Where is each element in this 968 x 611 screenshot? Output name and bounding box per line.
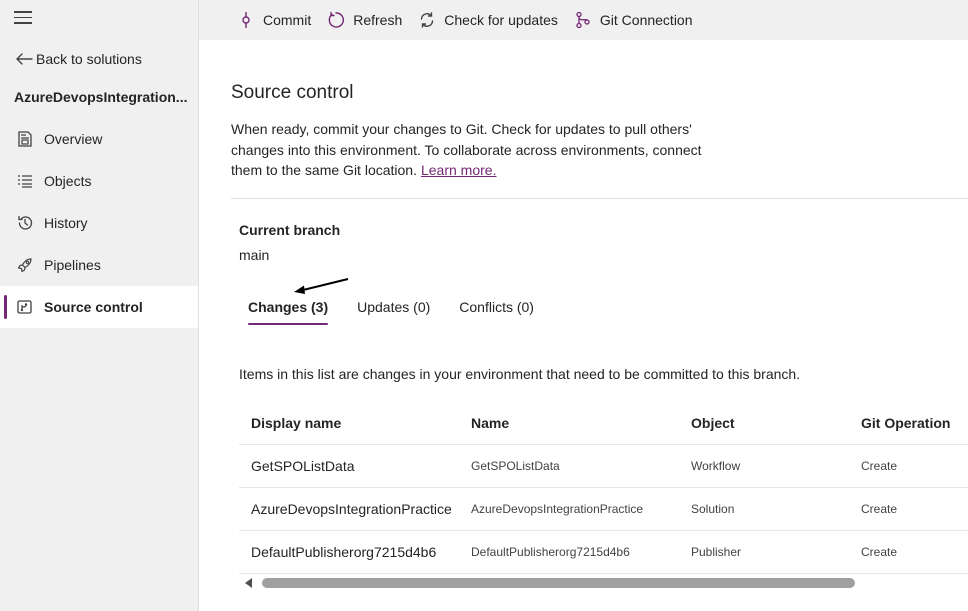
cell-git-operation: Create [861, 545, 898, 559]
sidebar-item-objects[interactable]: Objects [0, 160, 198, 202]
table-row[interactable]: AzureDevopsIntegrationPractice AzureDevo… [239, 488, 968, 531]
check-for-updates-button[interactable]: Check for updates [418, 5, 558, 35]
cell-name: GetSPOListData [471, 459, 560, 473]
table-header-row: Display name Name Object Git Operation [239, 402, 968, 445]
cell-git-operation: Create [861, 502, 898, 516]
cell-name: DefaultPublisherorg7215d4b6 [471, 545, 630, 559]
arrow-left-icon [16, 53, 33, 65]
cell-display-name: DefaultPublisherorg7215d4b6 [251, 544, 437, 560]
git-connection-label: Git Connection [599, 12, 693, 28]
commit-icon [237, 11, 255, 29]
cell-object: Workflow [691, 459, 741, 473]
cell-name: AzureDevopsIntegrationPractice [471, 502, 644, 516]
column-header-display-name[interactable]: Display name [239, 415, 459, 431]
current-branch-label: Current branch [239, 222, 341, 238]
overview-icon [16, 130, 34, 148]
tab-changes[interactable]: Changes (3) [239, 292, 337, 325]
cell-display-name: AzureDevopsIntegrationPractice [251, 501, 452, 517]
page-title: Source control [231, 82, 354, 103]
table-row[interactable]: GetSPOListData GetSPOListData Workflow C… [239, 445, 968, 488]
sidebar-item-pipelines[interactable]: Pipelines [0, 244, 198, 286]
back-to-solutions-link[interactable]: Back to solutions [14, 48, 142, 70]
refresh-label: Refresh [353, 12, 403, 28]
cell-git-operation: Create [861, 459, 898, 473]
command-bar: Commit Refresh Check for updates Git Con… [199, 0, 968, 40]
source-control-icon [16, 298, 34, 316]
sidebar: Back to solutions AzureDevopsIntegration… [0, 0, 199, 611]
cell-display-name: GetSPOListData [251, 458, 355, 474]
changes-table: Display name Name Object Git Operation G… [239, 402, 968, 574]
sidebar-item-label: Source control [44, 299, 143, 315]
description: When ready, commit your changes to Git. … [231, 119, 711, 181]
main-content: Source control When ready, commit your c… [199, 40, 968, 611]
solution-name: AzureDevopsIntegration... [14, 89, 188, 105]
refresh-icon [327, 11, 345, 29]
refresh-button[interactable]: Refresh [327, 5, 402, 35]
sidebar-item-history[interactable]: History [0, 202, 198, 244]
sidebar-item-label: History [44, 215, 88, 231]
tab-updates[interactable]: Updates (0) [348, 292, 439, 322]
history-icon [16, 214, 34, 232]
tab-list: Changes (3) Updates (0) Conflicts (0) [239, 292, 554, 325]
sidebar-item-overview[interactable]: Overview [0, 118, 198, 160]
scrollbar-thumb[interactable] [262, 578, 855, 588]
cell-object: Solution [691, 502, 735, 516]
sync-icon [418, 11, 436, 29]
sidebar-item-source-control[interactable]: Source control [0, 286, 198, 328]
cell-object: Publisher [691, 545, 742, 559]
git-branch-icon [574, 11, 592, 29]
sidebar-item-label: Overview [44, 131, 103, 147]
column-header-git-operation[interactable]: Git Operation [849, 415, 968, 431]
current-branch-value: main [239, 247, 270, 263]
column-header-name[interactable]: Name [459, 415, 679, 431]
sidebar-item-label: Objects [44, 173, 92, 189]
horizontal-scrollbar[interactable] [239, 575, 968, 591]
list-info-text: Items in this list are changes in your e… [239, 366, 801, 382]
table-row[interactable]: DefaultPublisherorg7215d4b6 DefaultPubli… [239, 531, 968, 574]
divider [231, 198, 968, 199]
sidebar-item-label: Pipelines [44, 257, 101, 273]
objects-list-icon [16, 172, 34, 190]
sidebar-nav: Overview Objects History Pipelines Sourc… [0, 118, 198, 328]
back-link-label: Back to solutions [36, 51, 142, 67]
scroll-left-arrow-icon[interactable] [245, 578, 252, 588]
hamburger-menu-icon[interactable] [14, 11, 32, 25]
git-connection-button[interactable]: Git Connection [574, 5, 693, 35]
learn-more-link[interactable]: Learn more. [421, 162, 496, 178]
tab-conflicts[interactable]: Conflicts (0) [450, 292, 543, 322]
commit-button[interactable]: Commit [237, 5, 311, 35]
column-header-object[interactable]: Object [679, 415, 849, 431]
check-for-updates-label: Check for updates [444, 12, 558, 28]
rocket-icon [16, 256, 34, 274]
commit-label: Commit [263, 12, 312, 28]
